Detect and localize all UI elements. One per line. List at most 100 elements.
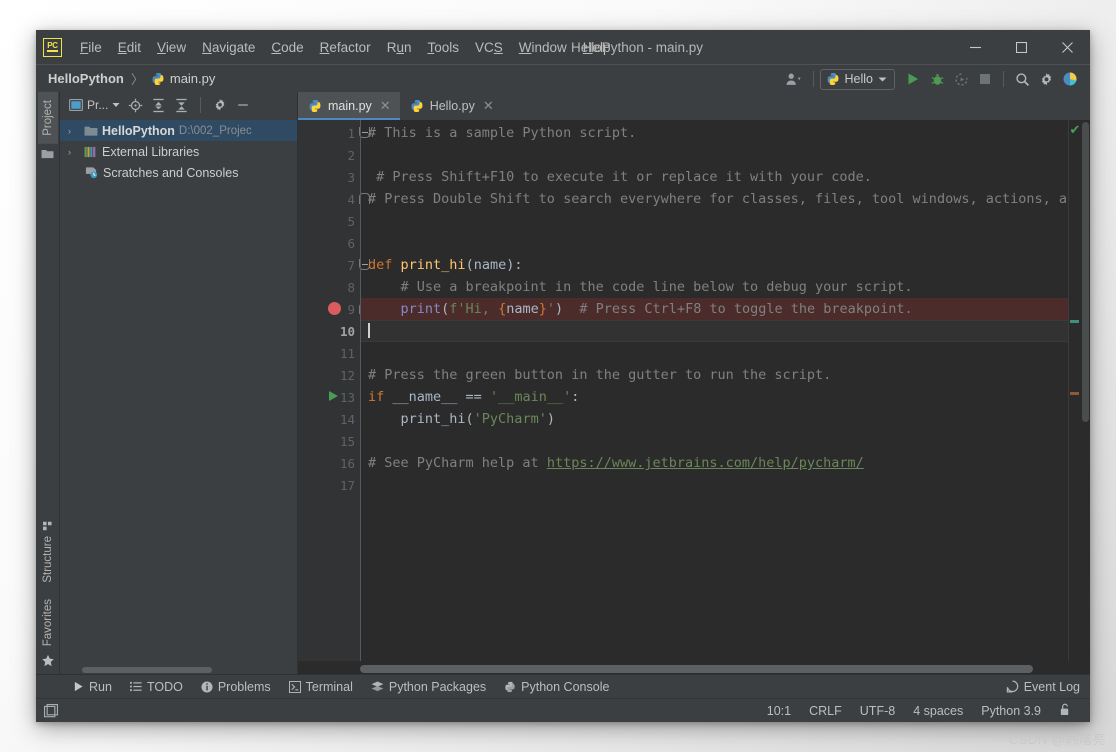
gutter-line-17[interactable]: 17: [298, 474, 360, 496]
rail-tab-favorites[interactable]: Favorites: [38, 591, 58, 654]
code-token-lnk[interactable]: https://www.jetbrains.com/help/pycharm/: [547, 455, 864, 471]
run-configuration-selector[interactable]: Hello: [819, 68, 895, 90]
code-line-5[interactable]: [360, 210, 1068, 232]
python-interpreter[interactable]: Python 3.9: [972, 702, 1050, 720]
code-line-2[interactable]: [360, 144, 1068, 166]
gutter-line-11[interactable]: 11: [298, 342, 360, 364]
caret-position[interactable]: 10:1: [758, 702, 800, 720]
code-line-12[interactable]: # Press the green button in the gutter t…: [360, 364, 1068, 386]
gutter-line-16[interactable]: 16: [298, 452, 360, 474]
code-line-16[interactable]: # See PyCharm help at https://www.jetbra…: [360, 452, 1068, 474]
gutter-line-9[interactable]: 9: [298, 298, 370, 320]
close-button[interactable]: [1044, 30, 1090, 64]
tree-item-scratches-and-consoles[interactable]: Scratches and Consoles: [60, 162, 297, 183]
bottom-tab-python-packages[interactable]: Python Packages: [362, 678, 495, 696]
menu-window[interactable]: Window: [511, 38, 575, 57]
gutter-line-2[interactable]: 2: [298, 144, 360, 166]
line-separator[interactable]: CRLF: [800, 702, 851, 720]
gutter-line-1[interactable]: 1: [298, 122, 370, 144]
file-encoding[interactable]: UTF-8: [851, 702, 904, 720]
stop-button[interactable]: [973, 67, 997, 91]
rail-tab-structure[interactable]: Structure: [38, 514, 58, 591]
code-line-15[interactable]: [360, 430, 1068, 452]
breakpoint-marker[interactable]: [328, 302, 341, 315]
code-lines-container[interactable]: # This is a sample Python script. # Pres…: [360, 120, 1068, 661]
editor-gutter[interactable]: 1 2 3 4 5 6 7 8 9 10 11 12 13 14 15 16 17: [298, 120, 370, 661]
run-button[interactable]: [901, 67, 925, 91]
code-line-6[interactable]: [360, 232, 1068, 254]
bottom-tab-todo[interactable]: TODO: [121, 678, 192, 696]
gutter-line-10[interactable]: 10: [298, 320, 360, 342]
code-line-13[interactable]: if __name__ == '__main__':: [360, 386, 1068, 408]
chevron-right-icon[interactable]: ›: [68, 147, 80, 157]
gutter-line-5[interactable]: 5: [298, 210, 360, 232]
expand-all-icon[interactable]: [148, 95, 169, 116]
menu-view[interactable]: View: [149, 38, 194, 57]
close-tab-icon[interactable]: ✕: [380, 98, 391, 114]
code-line-8[interactable]: # Use a breakpoint in the code line belo…: [360, 276, 1068, 298]
editor-vscrollbar[interactable]: [1080, 120, 1090, 661]
editor-hscroll-thumb[interactable]: [360, 665, 1033, 673]
code-line-10[interactable]: [360, 320, 1068, 342]
gutter-line-15[interactable]: 15: [298, 430, 360, 452]
settings-icon[interactable]: [209, 95, 230, 116]
gutter-line-7[interactable]: 7: [298, 254, 370, 276]
locate-icon[interactable]: [125, 95, 146, 116]
menu-edit[interactable]: Edit: [110, 38, 149, 57]
menu-vcs[interactable]: VCS: [467, 38, 511, 57]
close-tab-icon[interactable]: ✕: [483, 98, 494, 114]
unlocked-icon[interactable]: [1050, 701, 1080, 721]
code-line-4[interactable]: # Press Double Shift to search everywher…: [360, 188, 1068, 210]
menu-navigate[interactable]: Navigate: [194, 38, 263, 57]
user-settings-icon[interactable]: [783, 67, 807, 91]
menu-code[interactable]: Code: [263, 38, 311, 57]
editor-hscrollbar[interactable]: [298, 661, 1090, 674]
indent-setting[interactable]: 4 spaces: [904, 702, 972, 720]
code-line-11[interactable]: [360, 342, 1068, 364]
hide-panel-icon[interactable]: [232, 95, 253, 116]
toggle-tool-windows-icon[interactable]: [44, 703, 58, 718]
settings-icon[interactable]: [1034, 67, 1058, 91]
gutter-line-4[interactable]: 4: [298, 188, 370, 210]
maximize-button[interactable]: [998, 30, 1044, 64]
gutter-line-8[interactable]: 8: [298, 276, 360, 298]
debug-button[interactable]: [925, 67, 949, 91]
code-line-17[interactable]: [360, 474, 1068, 496]
bottom-tab-problems[interactable]: Problems: [192, 678, 280, 696]
run-gutter-icon[interactable]: [329, 391, 338, 401]
gutter-line-12[interactable]: 12: [298, 364, 360, 386]
code-line-9[interactable]: print(f'Hi, {name}') # Press Ctrl+F8 to …: [360, 298, 1068, 320]
minimize-button[interactable]: [952, 30, 998, 64]
project-view-selector[interactable]: Pr...: [66, 96, 123, 114]
collapse-all-icon[interactable]: [171, 95, 192, 116]
editor-tab-hello-py[interactable]: Hello.py ✕: [400, 92, 503, 120]
code-line-3[interactable]: # Press Shift+F10 to execute it or repla…: [360, 166, 1068, 188]
search-everywhere-icon[interactable]: [1010, 67, 1034, 91]
bottom-tab-run[interactable]: Run: [64, 678, 121, 696]
run-with-coverage-button[interactable]: [949, 67, 973, 91]
menu-run[interactable]: Run: [379, 38, 420, 57]
editor-vscroll-thumb[interactable]: [1082, 122, 1089, 422]
chevron-right-icon[interactable]: ›: [68, 126, 80, 136]
marker-stripe[interactable]: [1070, 320, 1079, 323]
editor-tab-main-py[interactable]: main.py ✕: [298, 92, 400, 120]
bottom-tab-python-console[interactable]: Python Console: [495, 678, 618, 696]
marker-gutter[interactable]: ✔: [1068, 120, 1080, 661]
tree-item-external-libraries[interactable]: › External Libraries: [60, 141, 297, 162]
marker-stripe[interactable]: [1070, 392, 1079, 395]
event-log-button[interactable]: Event Log: [1006, 680, 1080, 694]
menu-refactor[interactable]: Refactor: [312, 38, 379, 57]
bottom-tab-terminal[interactable]: Terminal: [280, 678, 362, 696]
project-panel-hscrollbar[interactable]: [60, 665, 297, 674]
code-line-7[interactable]: def print_hi(name):: [360, 254, 1068, 276]
breadcrumb-project[interactable]: HelloPython: [48, 71, 124, 86]
gutter-line-3[interactable]: 3: [298, 166, 360, 188]
menu-file[interactable]: File: [72, 38, 110, 57]
tree-item-hellopython[interactable]: › HelloPython D:\002_Projec: [60, 120, 297, 141]
gutter-line-13[interactable]: 13: [298, 386, 360, 408]
updates-icon[interactable]: [1058, 67, 1082, 91]
rail-tab-project[interactable]: Project: [37, 92, 58, 144]
gutter-line-14[interactable]: 14: [298, 408, 360, 430]
menu-tools[interactable]: Tools: [419, 38, 467, 57]
code-line-1[interactable]: # This is a sample Python script.: [360, 122, 1068, 144]
